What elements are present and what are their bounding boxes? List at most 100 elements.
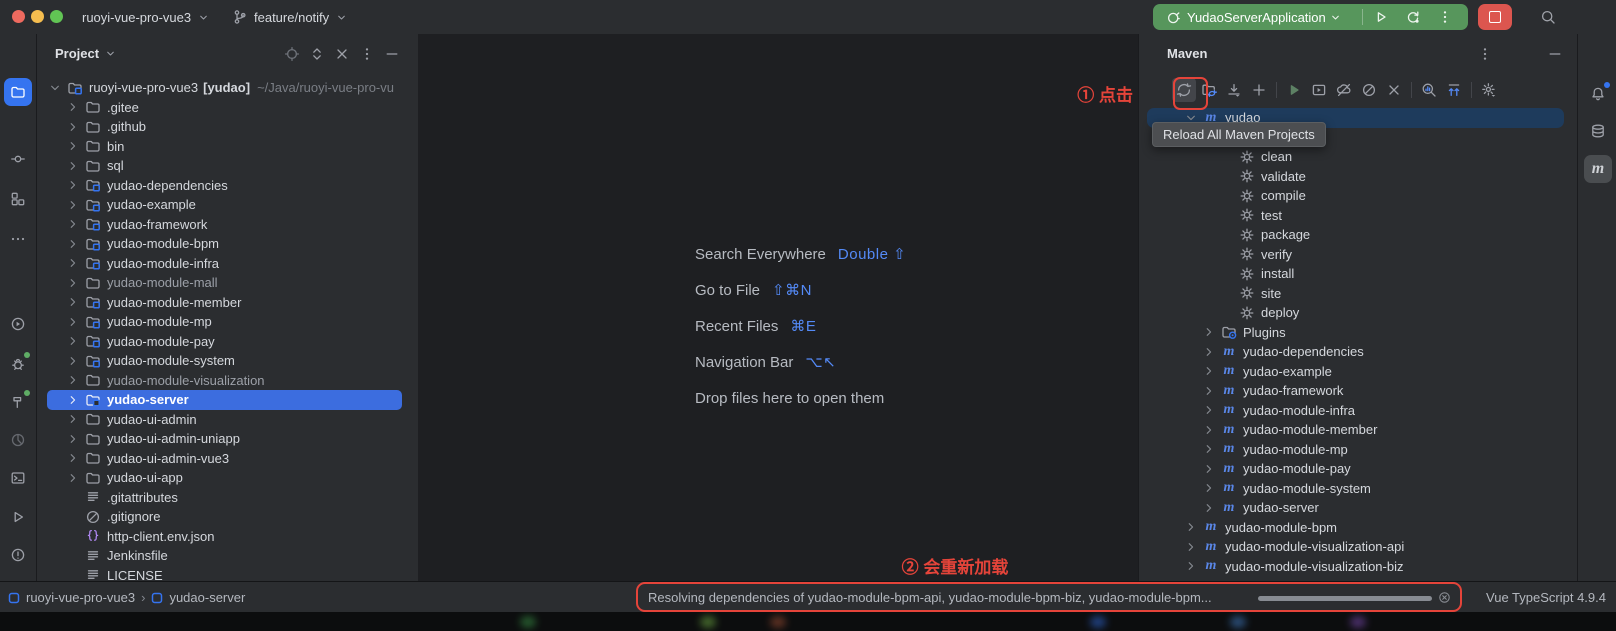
maven-tool-button[interactable]: m [1584, 155, 1612, 183]
project-tree-row[interactable]: .gitee [47, 98, 418, 118]
chevron-right-icon[interactable] [65, 432, 81, 446]
maven-tree-row[interactable]: myudao-module-mp [1147, 440, 1578, 460]
project-panel-title[interactable]: Project [55, 46, 117, 61]
project-tree-row[interactable]: yudao-module-infra [47, 254, 418, 274]
project-switcher[interactable]: ruoyi-vue-pro-vue3 [82, 0, 210, 34]
project-tree-row[interactable]: ruoyi-vue-pro-vue3[yudao]~/Java/ruoyi-vu… [47, 78, 418, 98]
run-button[interactable] [4, 503, 32, 531]
skip-tests-button[interactable] [1357, 78, 1381, 102]
chevron-right-icon[interactable] [65, 354, 81, 368]
project-tree-row[interactable]: http-client.env.json [47, 527, 418, 547]
analyzer-button[interactable] [1417, 78, 1441, 102]
project-tree-row[interactable]: yudao-framework [47, 215, 418, 235]
maven-tree-row[interactable]: myudao-server [1147, 498, 1578, 518]
chevron-right-icon[interactable] [65, 412, 81, 426]
chevron-right-icon[interactable] [1183, 520, 1199, 534]
project-tree-row[interactable]: yudao-ui-admin-vue3 [47, 449, 418, 469]
maven-tree-row[interactable]: deploy [1147, 303, 1578, 323]
maven-tree-row[interactable]: myudao-module-visualization-biz [1147, 557, 1578, 577]
maven-tree-row[interactable]: myudao-example [1147, 362, 1578, 382]
chevron-right-icon[interactable] [65, 237, 81, 251]
problems-button[interactable] [4, 541, 32, 569]
structure-button[interactable] [4, 185, 32, 213]
chevron-right-icon[interactable] [65, 100, 81, 114]
maven-tree-row[interactable]: myudao-module-infra [1147, 401, 1578, 421]
database-button[interactable] [1584, 117, 1612, 145]
branch-widget[interactable]: feature/notify [232, 0, 348, 34]
project-tree-row[interactable]: .gitattributes [47, 488, 418, 508]
expand-selector-button[interactable] [305, 42, 329, 66]
plus-button[interactable] [1247, 78, 1271, 102]
chevron-right-icon[interactable] [65, 295, 81, 309]
traffic-close-button[interactable] [12, 10, 25, 23]
project-tree-row[interactable]: yudao-module-mall [47, 273, 418, 293]
maven-tree-row[interactable]: myudao-framework [1147, 381, 1578, 401]
run-configuration-widget[interactable]: YudaoServerApplication [1153, 4, 1468, 30]
build-button[interactable] [4, 388, 32, 416]
maven-tree-row[interactable]: validate [1147, 167, 1578, 187]
chevron-right-icon[interactable] [1183, 559, 1199, 573]
chevron-right-icon[interactable] [1201, 501, 1217, 515]
maven-minimize-button[interactable] [1543, 42, 1567, 66]
execute-goal-button[interactable] [1307, 78, 1331, 102]
maven-tree-row[interactable]: verify [1147, 245, 1578, 265]
maven-tree-row[interactable]: myudao-dependencies [1147, 342, 1578, 362]
project-tree-row[interactable]: yudao-module-member [47, 293, 418, 313]
project-tree-row[interactable]: LICENSE [47, 566, 418, 582]
maven-tree-row[interactable]: Plugins [1147, 323, 1578, 343]
project-tree-row[interactable]: yudao-server [47, 390, 402, 410]
maven-tree-row[interactable]: myudao-module-member [1147, 420, 1578, 440]
profiler-button[interactable] [4, 426, 32, 454]
kebab-button[interactable] [355, 42, 379, 66]
project-tree-row[interactable]: yudao-ui-admin-uniapp [47, 429, 418, 449]
more-dots-button[interactable] [4, 225, 32, 253]
maven-tree-row[interactable]: myudao-module-bpm [1147, 518, 1578, 538]
chevron-right-icon[interactable] [1201, 345, 1217, 359]
chevron-right-icon[interactable] [65, 178, 81, 192]
minimize-button[interactable] [380, 42, 404, 66]
chevron-right-icon[interactable] [1201, 403, 1217, 417]
project-folder-button[interactable] [4, 78, 32, 106]
debug-button[interactable] [4, 350, 32, 378]
chevron-right-icon[interactable] [65, 120, 81, 134]
project-tree-row[interactable]: yudao-ui-admin [47, 410, 418, 430]
rerun-with-coverage-button[interactable] [1399, 4, 1427, 30]
project-tree-row[interactable]: yudao-module-mp [47, 312, 418, 332]
stop-button[interactable] [1478, 4, 1512, 30]
download-button[interactable] [1222, 78, 1246, 102]
maven-tree-row[interactable]: site [1147, 284, 1578, 304]
settings-button[interactable] [1477, 78, 1501, 102]
chevron-right-icon[interactable] [1201, 423, 1217, 437]
services-button[interactable] [4, 310, 32, 338]
chevron-down-icon[interactable] [47, 81, 63, 95]
chevron-right-icon[interactable] [1201, 325, 1217, 339]
project-tree-row[interactable]: yudao-ui-app [47, 468, 418, 488]
collapse-button[interactable] [1442, 78, 1466, 102]
chevron-right-icon[interactable] [1201, 462, 1217, 476]
maven-tree-row[interactable]: clean [1147, 147, 1578, 167]
close-button[interactable] [1382, 78, 1406, 102]
project-tree-row[interactable]: Jenkinsfile [47, 546, 418, 566]
project-tree-row[interactable]: yudao-module-system [47, 351, 418, 371]
chevron-right-icon[interactable] [65, 198, 81, 212]
chevron-right-icon[interactable] [1201, 364, 1217, 378]
chevron-right-icon[interactable] [1201, 442, 1217, 456]
project-tree-row[interactable]: yudao-module-pay [47, 332, 418, 352]
status-breadcrumb[interactable]: ruoyi-vue-pro-vue3›yudao-server [8, 582, 245, 613]
notifications-button[interactable] [1584, 80, 1612, 108]
chevron-right-icon[interactable] [65, 159, 81, 173]
chevron-right-icon[interactable] [65, 217, 81, 231]
chevron-right-icon[interactable] [65, 334, 81, 348]
search-button[interactable] [1535, 4, 1561, 30]
breadcrumb-item[interactable]: ruoyi-vue-pro-vue3 [26, 590, 135, 605]
project-tree-row[interactable]: .github [47, 117, 418, 137]
maven-tree-row[interactable]: package [1147, 225, 1578, 245]
project-tree-row[interactable]: yudao-dependencies [47, 176, 418, 196]
chevron-right-icon[interactable] [65, 256, 81, 270]
maven-tree-row[interactable]: install [1147, 264, 1578, 284]
chevron-right-icon[interactable] [1201, 481, 1217, 495]
maven-tree-row[interactable]: myudao-module-system [1147, 479, 1578, 499]
cancel-progress-icon[interactable] [1438, 591, 1451, 607]
project-tree-row[interactable]: .gitignore [47, 507, 418, 527]
breadcrumb-item[interactable]: yudao-server [169, 590, 245, 605]
